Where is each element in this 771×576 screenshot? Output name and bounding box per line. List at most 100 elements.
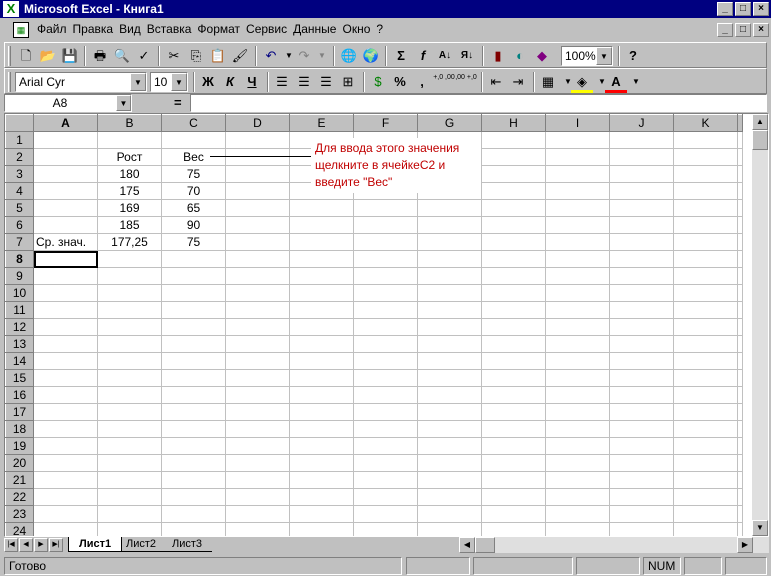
row-header[interactable]: 14 bbox=[5, 352, 34, 370]
cell[interactable] bbox=[289, 369, 354, 387]
cell[interactable] bbox=[417, 386, 482, 404]
cell[interactable] bbox=[353, 301, 418, 319]
cell[interactable] bbox=[417, 488, 482, 506]
cell[interactable]: 90 bbox=[161, 216, 226, 234]
cell[interactable] bbox=[225, 233, 290, 251]
chevron-down-icon[interactable]: ▼ bbox=[116, 95, 131, 111]
cell[interactable] bbox=[481, 437, 546, 455]
cell[interactable] bbox=[481, 165, 546, 183]
cell[interactable]: Рост bbox=[97, 148, 162, 166]
cell[interactable] bbox=[161, 250, 226, 268]
column-header[interactable] bbox=[737, 114, 743, 132]
cell[interactable] bbox=[97, 454, 162, 472]
scroll-right-icon[interactable]: ▶ bbox=[737, 537, 753, 553]
cell[interactable] bbox=[481, 420, 546, 438]
cell[interactable] bbox=[353, 318, 418, 336]
cell[interactable] bbox=[481, 182, 546, 200]
cell[interactable]: 65 bbox=[161, 199, 226, 217]
cell[interactable] bbox=[737, 437, 743, 455]
cell[interactable] bbox=[481, 403, 546, 421]
cell[interactable] bbox=[481, 233, 546, 251]
cell[interactable] bbox=[673, 267, 738, 285]
cell[interactable] bbox=[481, 301, 546, 319]
cell[interactable] bbox=[225, 420, 290, 438]
minimize-button[interactable]: _ bbox=[717, 2, 733, 16]
autosum-icon[interactable]: Σ bbox=[390, 45, 412, 67]
cell[interactable] bbox=[289, 318, 354, 336]
fill-color-icon[interactable]: ◈ bbox=[571, 71, 593, 93]
cell[interactable]: 169 bbox=[97, 199, 162, 217]
cell[interactable] bbox=[289, 454, 354, 472]
decrease-decimal-button[interactable]: ,00 +,0 bbox=[455, 71, 477, 93]
cell[interactable] bbox=[481, 488, 546, 506]
cell[interactable] bbox=[481, 386, 546, 404]
title-bar[interactable]: X Microsoft Excel - Книга1 _ □ × bbox=[0, 0, 771, 18]
cell[interactable] bbox=[673, 471, 738, 489]
cell[interactable] bbox=[417, 471, 482, 489]
cell[interactable] bbox=[673, 148, 738, 166]
cell[interactable] bbox=[609, 131, 674, 149]
edit-formula-button[interactable]: = bbox=[174, 95, 182, 110]
cell[interactable] bbox=[737, 131, 743, 149]
cell[interactable] bbox=[737, 505, 743, 523]
cell[interactable] bbox=[161, 131, 226, 149]
cell[interactable] bbox=[289, 403, 354, 421]
cell[interactable] bbox=[225, 386, 290, 404]
active-cell[interactable] bbox=[33, 250, 98, 268]
cell[interactable] bbox=[33, 335, 98, 353]
cell[interactable] bbox=[609, 267, 674, 285]
cell[interactable] bbox=[673, 522, 738, 536]
chevron-down-icon[interactable]: ▼ bbox=[171, 73, 187, 91]
cell[interactable] bbox=[33, 267, 98, 285]
cell[interactable] bbox=[673, 165, 738, 183]
cell[interactable] bbox=[545, 216, 610, 234]
row-header[interactable]: 23 bbox=[5, 505, 34, 523]
cell[interactable] bbox=[737, 233, 743, 251]
cell[interactable]: Ср. знач. bbox=[33, 233, 98, 251]
cell[interactable] bbox=[481, 131, 546, 149]
cell[interactable] bbox=[225, 505, 290, 523]
cell[interactable] bbox=[545, 148, 610, 166]
cell-comment[interactable]: Для ввода этого значения щелкните в ячей… bbox=[311, 138, 481, 193]
cell[interactable] bbox=[737, 199, 743, 217]
italic-button[interactable]: К bbox=[219, 71, 241, 93]
cell[interactable] bbox=[609, 182, 674, 200]
cell[interactable] bbox=[225, 471, 290, 489]
column-header[interactable]: D bbox=[225, 114, 290, 132]
cell[interactable] bbox=[609, 420, 674, 438]
cell[interactable] bbox=[673, 335, 738, 353]
scroll-up-icon[interactable]: ▲ bbox=[752, 114, 768, 130]
menu-item[interactable]: Окно bbox=[342, 22, 376, 36]
cell[interactable]: Вес bbox=[161, 148, 226, 166]
cell[interactable] bbox=[737, 420, 743, 438]
row-header[interactable]: 16 bbox=[5, 386, 34, 404]
cell[interactable] bbox=[737, 522, 743, 536]
sort-descending-icon[interactable]: Я↓ bbox=[456, 45, 478, 67]
cell[interactable] bbox=[481, 148, 546, 166]
cell[interactable] bbox=[33, 454, 98, 472]
first-sheet-icon[interactable]: |◀ bbox=[4, 538, 18, 552]
cell[interactable] bbox=[289, 199, 354, 217]
column-header[interactable]: K bbox=[673, 114, 738, 132]
cell[interactable] bbox=[289, 284, 354, 302]
cell[interactable] bbox=[97, 488, 162, 506]
cell[interactable] bbox=[545, 488, 610, 506]
cell[interactable] bbox=[545, 165, 610, 183]
cell[interactable] bbox=[481, 318, 546, 336]
cell[interactable] bbox=[609, 352, 674, 370]
cell[interactable] bbox=[161, 420, 226, 438]
cell[interactable] bbox=[97, 471, 162, 489]
redo-dropdown-icon[interactable]: ▼ bbox=[311, 45, 333, 67]
cell[interactable] bbox=[353, 505, 418, 523]
cell[interactable] bbox=[97, 318, 162, 336]
cell[interactable] bbox=[225, 454, 290, 472]
cell[interactable] bbox=[545, 352, 610, 370]
cell[interactable] bbox=[609, 199, 674, 217]
cell[interactable] bbox=[609, 437, 674, 455]
cell[interactable] bbox=[737, 335, 743, 353]
underline-button[interactable]: Ч bbox=[241, 71, 263, 93]
cell[interactable] bbox=[737, 182, 743, 200]
cell[interactable] bbox=[545, 233, 610, 251]
cell[interactable] bbox=[545, 386, 610, 404]
cell[interactable] bbox=[673, 199, 738, 217]
